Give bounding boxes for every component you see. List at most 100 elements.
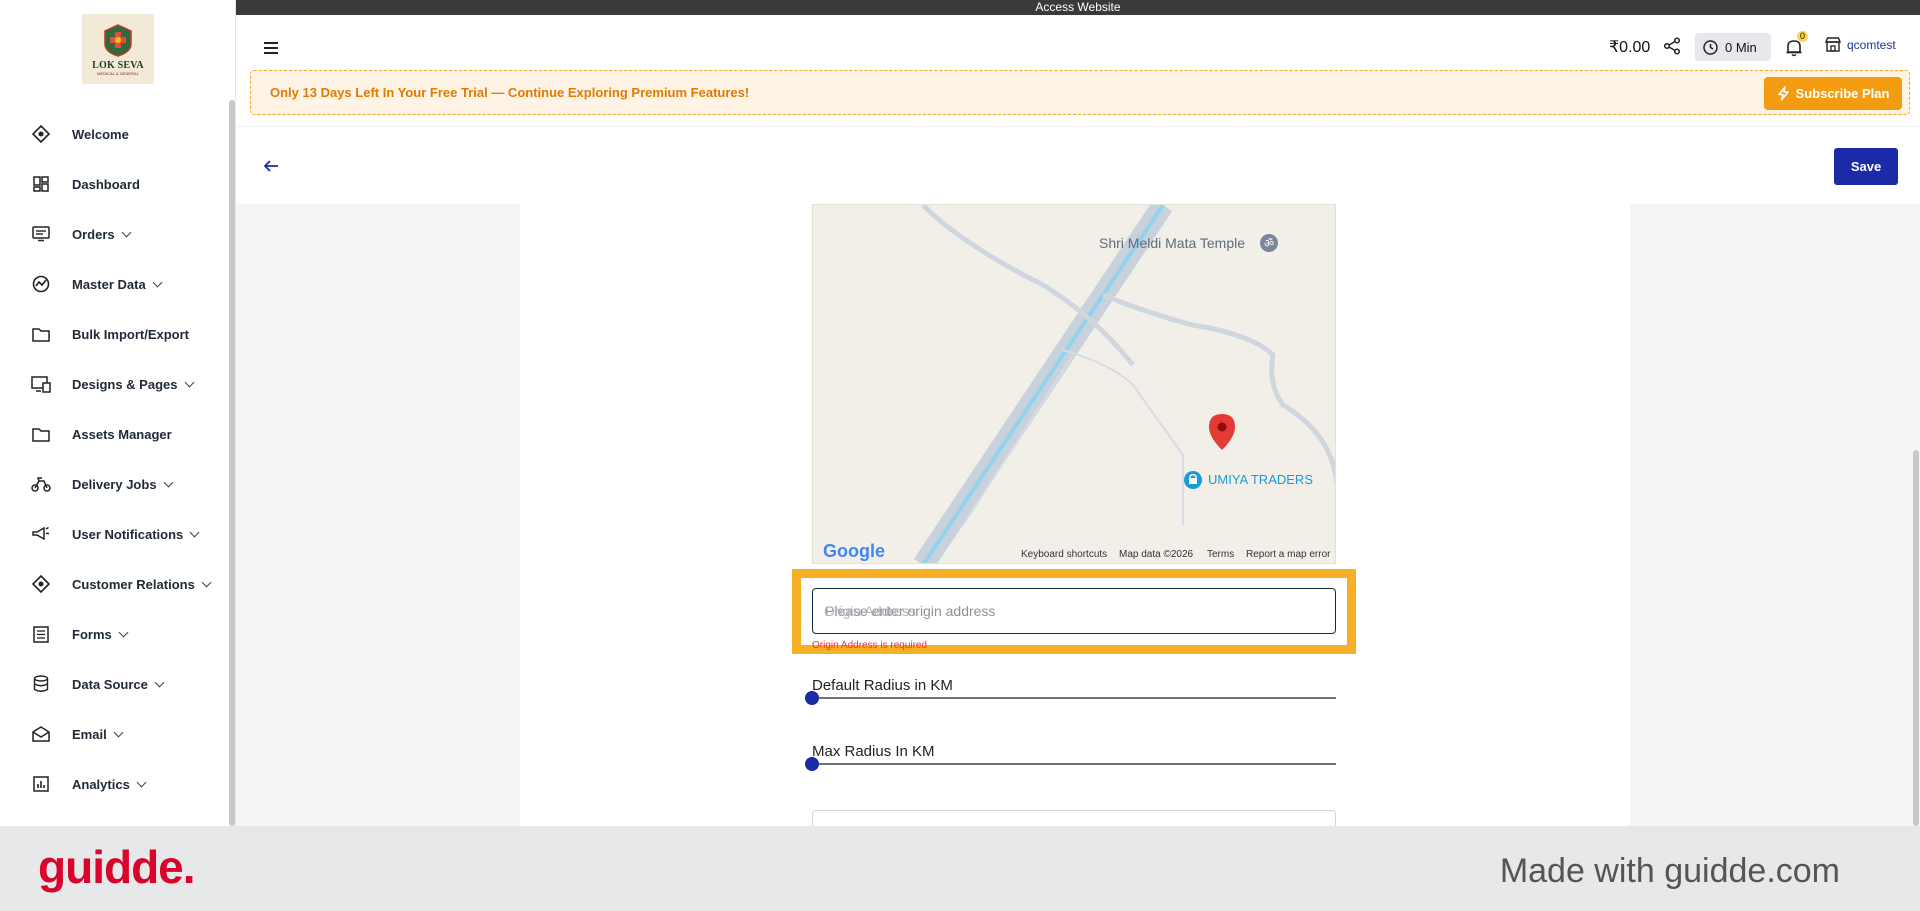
map-place-label: Shri Meldi Mata Temple <box>1099 235 1246 251</box>
orders-icon <box>31 224 51 244</box>
sidebar-item-label: Assets Manager <box>72 426 172 442</box>
map-terms-link[interactable]: Terms <box>1207 549 1234 560</box>
sidebar-item-label: Forms <box>72 626 112 642</box>
sidebar-item-label: Dashboard <box>72 176 140 192</box>
chevron-down-icon <box>154 677 165 687</box>
chevron-down-icon <box>113 727 124 737</box>
email-icon <box>31 724 51 744</box>
chevron-down-icon <box>152 277 163 287</box>
sidebar-item-label: Welcome <box>72 126 129 142</box>
chevron-down-icon <box>136 777 147 787</box>
map-view[interactable]: Shri Meldi Mata Temple ॐ UMIYA TRADERS G… <box>812 204 1336 564</box>
sidebar-item-analytics[interactable]: Analytics <box>0 766 230 802</box>
chevron-down-icon <box>201 577 212 587</box>
page-scrollbar[interactable] <box>1913 450 1919 826</box>
store-name: qcomtest <box>1847 37 1896 52</box>
origin-address-error: Origin Address is required <box>812 640 928 651</box>
access-website-link[interactable]: Access Website <box>236 0 1920 15</box>
session-timer[interactable]: 0 Min <box>1695 33 1771 61</box>
chevron-down-icon <box>163 477 173 487</box>
default-radius-slider[interactable] <box>812 697 1336 699</box>
sidebar-item-label: User Notifications <box>72 526 184 542</box>
logo-tagline: MEDICAL & GENERAL <box>97 71 139 76</box>
made-with-guidde-text: Made with guidde.com <box>1499 852 1840 890</box>
forms-icon <box>31 624 51 644</box>
max-radius-slider[interactable] <box>812 763 1336 765</box>
map-place-label: UMIYA TRADERS <box>1208 472 1313 487</box>
map-pin-icon[interactable] <box>1208 413 1236 451</box>
max-radius-label: Max Radius In KM <box>812 743 935 760</box>
chevron-down-icon <box>121 227 132 237</box>
store-switcher[interactable]: qcomtest <box>1825 37 1896 52</box>
wallet-balance: ₹0.00 <box>1609 39 1651 56</box>
page-toolbar: Save <box>236 128 1920 204</box>
megaphone-icon <box>31 524 51 544</box>
sidebar-item-forms[interactable]: Forms <box>0 616 230 652</box>
sidebar-scrollbar[interactable] <box>229 100 235 826</box>
menu-toggle-icon[interactable] <box>264 39 284 55</box>
temple-icon: ॐ <box>1260 234 1278 252</box>
sidebar-item-designs-pages[interactable]: Designs & Pages <box>0 366 230 402</box>
max-radius-thumb[interactable] <box>805 757 819 771</box>
sidebar-item-label: Master Data <box>72 276 146 292</box>
trial-banner: Only 13 Days Left In Your Free Trial — C… <box>250 70 1910 115</box>
default-radius-thumb[interactable] <box>805 691 819 705</box>
sidebar-item-label: Customer Relations <box>72 576 195 592</box>
chevron-down-icon <box>118 627 129 637</box>
map-roads <box>913 205 1335 563</box>
sidebar-item-label: Data Source <box>72 676 148 692</box>
notification-count-badge: 0 <box>1797 31 1809 42</box>
logo-emblem-icon <box>104 24 132 57</box>
trial-message: Only 13 Days Left In Your Free Trial — C… <box>270 85 750 100</box>
top-header: ₹0.00 0 Min 0 qcomtest Only 13 Days Left… <box>236 15 1920 127</box>
google-logo: Google <box>823 541 885 561</box>
sidebar-item-label: Bulk Import/Export <box>72 326 190 342</box>
subscribe-label: Subscribe Plan <box>1795 86 1890 101</box>
sidebar-item-welcome[interactable]: Welcome <box>0 116 230 152</box>
sidebar-item-email[interactable]: Email <box>0 716 230 752</box>
map-data-attribution: Map data ©2026 <box>1119 549 1194 560</box>
logo-brand-text: LOK SEVA <box>92 60 144 71</box>
welcome-icon <box>31 124 51 144</box>
delivery-icon <box>31 474 51 494</box>
sidebar-item-label: Delivery Jobs <box>72 476 157 492</box>
sidebar-item-dashboard[interactable]: Dashboard <box>0 166 230 202</box>
designs-icon <box>31 374 51 394</box>
sidebar-item-delivery-jobs[interactable]: Delivery Jobs <box>0 466 230 502</box>
folder-icon <box>31 424 51 444</box>
sidebar: LOK SEVA MEDICAL & GENERAL Welcome Dashb… <box>0 0 236 826</box>
back-arrow-icon[interactable] <box>262 158 280 174</box>
chevron-down-icon <box>184 377 194 387</box>
sidebar-item-orders[interactable]: Orders <box>0 216 230 252</box>
origin-address-input[interactable] <box>812 588 1336 634</box>
store-icon <box>1825 37 1841 52</box>
clock-icon <box>1703 39 1718 55</box>
sidebar-item-user-notifications[interactable]: User Notifications <box>0 516 230 552</box>
default-radius-label: Default Radius in KM <box>812 677 953 694</box>
master-data-icon <box>31 274 51 294</box>
sidebar-item-label: Designs & Pages <box>72 376 178 392</box>
sidebar-item-label: Orders <box>72 226 115 242</box>
sidebar-item-label: Analytics <box>72 776 130 792</box>
shop-icon <box>1184 471 1202 489</box>
share-icon[interactable] <box>1663 37 1681 55</box>
sidebar-item-bulk-import-export[interactable]: Bulk Import/Export <box>0 316 230 352</box>
guidde-footer: guidde. Made with guidde.com <box>0 826 1920 911</box>
guidde-logo: guidde. <box>38 841 196 893</box>
sidebar-item-master-data[interactable]: Master Data <box>0 266 230 302</box>
company-logo[interactable]: LOK SEVA MEDICAL & GENERAL <box>82 14 154 84</box>
database-icon <box>31 674 51 694</box>
map-shortcuts-link[interactable]: Keyboard shortcuts <box>1021 549 1107 560</box>
sidebar-item-label: Email <box>72 726 107 742</box>
svg-text:ॐ: ॐ <box>1264 237 1274 250</box>
dashboard-icon <box>31 174 51 194</box>
analytics-icon <box>31 774 51 794</box>
map-report-error-link[interactable]: Report a map error <box>1246 549 1330 560</box>
save-button[interactable]: Save <box>1834 148 1898 185</box>
sidebar-item-customer-relations[interactable]: Customer Relations <box>0 566 230 602</box>
subscribe-plan-button[interactable]: Subscribe Plan <box>1764 77 1902 110</box>
folder-icon <box>31 324 51 344</box>
sidebar-item-data-source[interactable]: Data Source <box>0 666 230 702</box>
sidebar-item-assets-manager[interactable]: Assets Manager <box>0 416 230 452</box>
customer-relations-icon <box>31 574 51 594</box>
